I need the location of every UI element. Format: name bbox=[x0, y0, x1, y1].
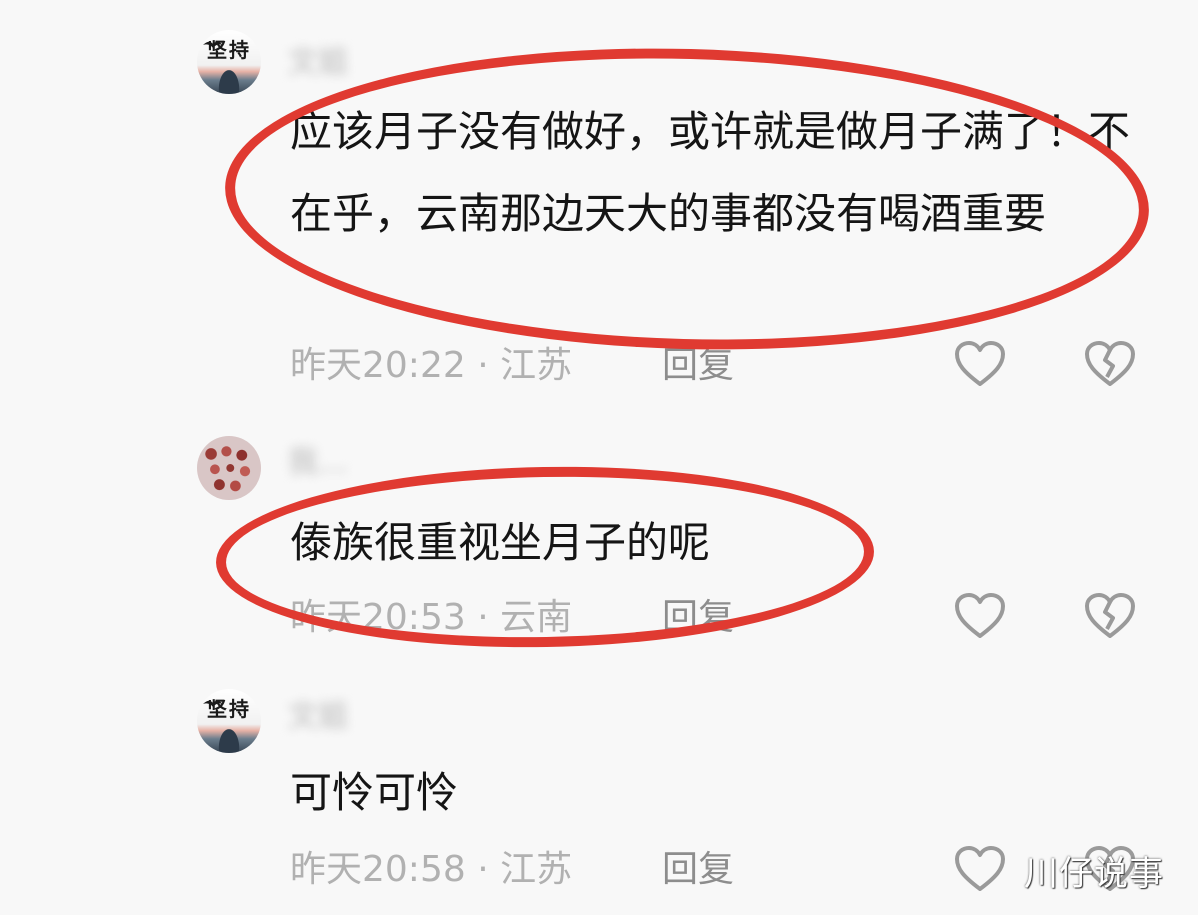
username[interactable]: 文姐 bbox=[288, 44, 348, 82]
dislike-button[interactable] bbox=[1084, 340, 1136, 388]
like-button[interactable] bbox=[954, 340, 1006, 388]
dislike-button[interactable] bbox=[1084, 592, 1136, 640]
comment-text: 傣族很重视坐月子的呢 bbox=[290, 518, 711, 567]
broken-heart-icon bbox=[1085, 593, 1135, 638]
avatar[interactable]: 坚持 bbox=[197, 689, 261, 753]
watermark: 川仔说事 bbox=[1024, 854, 1164, 894]
heart-outline-icon bbox=[955, 341, 1005, 386]
comment-time: 昨天20:58 · 江苏 bbox=[290, 849, 573, 890]
reply-button[interactable]: 回复 bbox=[662, 848, 734, 892]
reply-button[interactable]: 回复 bbox=[662, 596, 734, 640]
heart-outline-icon bbox=[955, 593, 1005, 638]
reply-button[interactable]: 回复 bbox=[662, 344, 734, 388]
avatar[interactable] bbox=[197, 436, 261, 500]
avatar-glyph: 坚持 bbox=[207, 38, 251, 62]
comment-list: 坚持 文姐 应该月子没有做好，或许就是做月子满了！不在乎，云南那边天大的事都没有… bbox=[0, 0, 1198, 915]
comment-time: 昨天20:53 · 云南 bbox=[290, 597, 573, 638]
avatar[interactable]: 坚持 bbox=[197, 30, 261, 94]
comment-text: 可怜可怜 bbox=[290, 768, 459, 817]
broken-heart-icon bbox=[1085, 341, 1135, 386]
avatar-glyph: 坚持 bbox=[207, 697, 251, 721]
like-button[interactable] bbox=[954, 845, 1006, 893]
like-button[interactable] bbox=[954, 592, 1006, 640]
username[interactable]: 我… bbox=[288, 444, 348, 482]
heart-outline-icon bbox=[955, 846, 1005, 891]
comment-text: 应该月子没有做好，或许就是做月子满了！不在乎，云南那边天大的事都没有喝酒重要 bbox=[290, 107, 1131, 238]
username[interactable]: 文姐 bbox=[288, 698, 348, 736]
comment-time: 昨天20:22 · 江苏 bbox=[290, 345, 573, 386]
